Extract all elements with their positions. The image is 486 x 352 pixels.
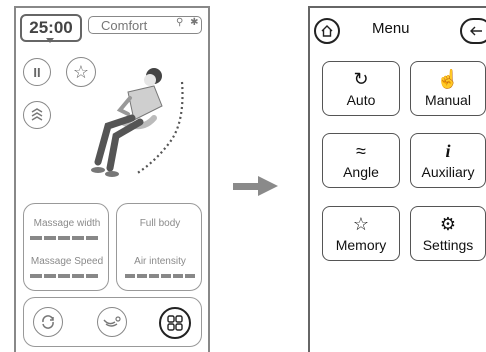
air-settings-card[interactable]: Full body Air intensity: [116, 203, 202, 291]
auto-label: Auto: [346, 91, 376, 108]
settings-tile[interactable]: ⚙ Settings: [410, 206, 486, 261]
grid-icon: [167, 315, 183, 331]
angle-tile[interactable]: ≈ Angle: [322, 133, 400, 188]
massage-person-illustration: [91, 68, 184, 177]
refresh-icon: [42, 315, 54, 329]
massage-width-label: Massage width: [33, 218, 101, 229]
status-icons: ⚲ ✱: [176, 17, 201, 28]
settings-label: Settings: [422, 236, 474, 253]
gear-icon: ⚙: [439, 213, 457, 234]
massage-width-level: [30, 236, 98, 240]
info-icon: i: [445, 140, 451, 161]
transition-arrow-head: [258, 176, 278, 196]
full-body-label: Full body: [139, 218, 181, 229]
refresh-icon: ↻: [353, 68, 369, 89]
menu-grid-button[interactable]: [159, 307, 191, 339]
massage-speed-label: Massage Speed: [30, 256, 104, 267]
auto-mode-nav-button[interactable]: [33, 307, 63, 337]
air-intensity-label: Air intensity: [134, 256, 186, 267]
chevrons-icon: [31, 108, 43, 121]
menu-title: Menu: [372, 20, 410, 37]
memory-label: Memory: [335, 236, 387, 253]
timer-dropdown-caret[interactable]: [46, 38, 54, 43]
recline-icon: ≈: [356, 140, 366, 161]
manual-tile[interactable]: ☝ Manual: [410, 61, 486, 116]
back-button[interactable]: [460, 18, 486, 44]
auxiliary-tile[interactable]: i Auxiliary: [410, 133, 486, 188]
hand-icon: ☝: [436, 68, 460, 89]
recline-icon: [103, 316, 121, 327]
manual-label: Manual: [425, 91, 471, 108]
air-intensity-level: [125, 274, 195, 278]
star-plus-icon: ☆: [352, 213, 370, 234]
angle-nav-button[interactable]: [97, 307, 127, 337]
airflow-button[interactable]: [23, 101, 51, 129]
auxiliary-label: Auxiliary: [421, 163, 475, 180]
home-icon: [321, 25, 333, 37]
back-arrow-icon: [470, 26, 482, 36]
angle-label: Angle: [343, 163, 379, 180]
transition-arrow-shaft: [233, 183, 259, 190]
memory-tile[interactable]: ☆ Memory: [322, 206, 400, 261]
massage-settings-card[interactable]: Massage width Massage Speed: [23, 203, 109, 291]
pause-button[interactable]: II: [23, 58, 51, 86]
home-button[interactable]: [314, 18, 340, 44]
auto-tile[interactable]: ↻ Auto: [322, 61, 400, 116]
massage-speed-level: [30, 274, 98, 278]
